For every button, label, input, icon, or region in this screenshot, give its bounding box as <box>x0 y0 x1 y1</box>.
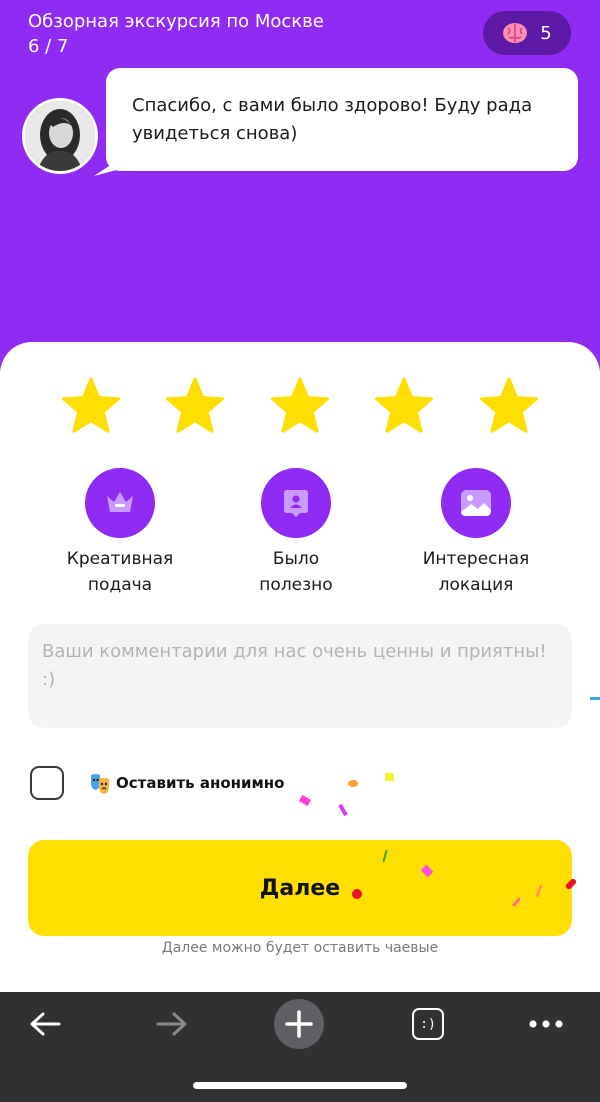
confetti-piece <box>348 780 358 787</box>
comment-placeholder: Ваши комментарии для нас очень ценны и п… <box>42 641 547 690</box>
next-button[interactable]: Далее <box>28 840 572 936</box>
star-1-icon[interactable] <box>61 376 121 436</box>
new-tab-button[interactable] <box>272 999 326 1049</box>
badge-person-icon <box>261 468 331 538</box>
crown-icon <box>85 468 155 538</box>
confetti-piece <box>590 697 600 700</box>
confetti-piece <box>352 889 362 899</box>
star-rating <box>0 376 600 436</box>
star-4-icon[interactable] <box>374 376 434 436</box>
browser-toolbar: :) <box>0 992 600 1102</box>
tour-progress: 6 / 7 <box>28 36 69 57</box>
anonymous-label[interactable]: Оставить анонимно <box>116 773 284 793</box>
more-horizontal-icon <box>529 1020 563 1028</box>
feature-useful[interactable]: Было полезно <box>206 468 386 598</box>
avatar-photo <box>25 101 95 171</box>
menu-button[interactable] <box>518 1002 574 1046</box>
header-area: Обзорная экскурсия по Москве 6 / 7 5 Спа… <box>0 0 600 380</box>
brain-icon <box>503 23 528 43</box>
comment-textarea[interactable]: Ваши комментарии для нас очень ценны и п… <box>28 624 572 728</box>
arrow-right-icon <box>156 1012 187 1036</box>
confetti-piece <box>385 773 394 781</box>
brain-points-badge[interactable]: 5 <box>483 11 571 55</box>
chat-bubble: Спасибо, с вами было здорово! Буду рада … <box>106 68 578 171</box>
feature-label: Интересная локация <box>422 549 530 595</box>
home-indicator <box>193 1082 407 1089</box>
confetti-piece <box>338 803 348 817</box>
plus-icon <box>274 999 324 1049</box>
confetti-piece <box>298 794 312 807</box>
feature-label: Креативная подача <box>66 549 174 595</box>
tip-note: Далее можно будет оставить чаевые <box>161 940 439 956</box>
feedback-sheet: Креативная подача Было полезно Интересна… <box>0 342 600 992</box>
guide-avatar <box>22 98 98 174</box>
star-2-icon[interactable] <box>165 376 225 436</box>
feature-label: Было полезно <box>259 549 333 595</box>
tour-title: Обзорная экскурсия по Москве <box>28 11 324 32</box>
forward-button[interactable] <box>144 1002 200 1046</box>
arrow-left-icon <box>30 1012 61 1036</box>
feature-location[interactable]: Интересная локация <box>386 468 566 598</box>
image-icon <box>441 468 511 538</box>
back-button[interactable] <box>17 1002 73 1046</box>
star-5-icon[interactable] <box>479 376 539 436</box>
chat-message: Спасибо, с вами было здорово! Буду рада … <box>132 95 533 144</box>
brain-count: 5 <box>540 22 552 44</box>
feature-creative[interactable]: Креативная подача <box>30 468 210 598</box>
tabs-counter: :) <box>412 1008 444 1040</box>
tabs-button[interactable]: :) <box>400 1002 456 1046</box>
star-3-icon[interactable] <box>270 376 330 436</box>
anonymous-checkbox[interactable] <box>30 766 64 800</box>
theater-masks-icon <box>91 774 109 794</box>
